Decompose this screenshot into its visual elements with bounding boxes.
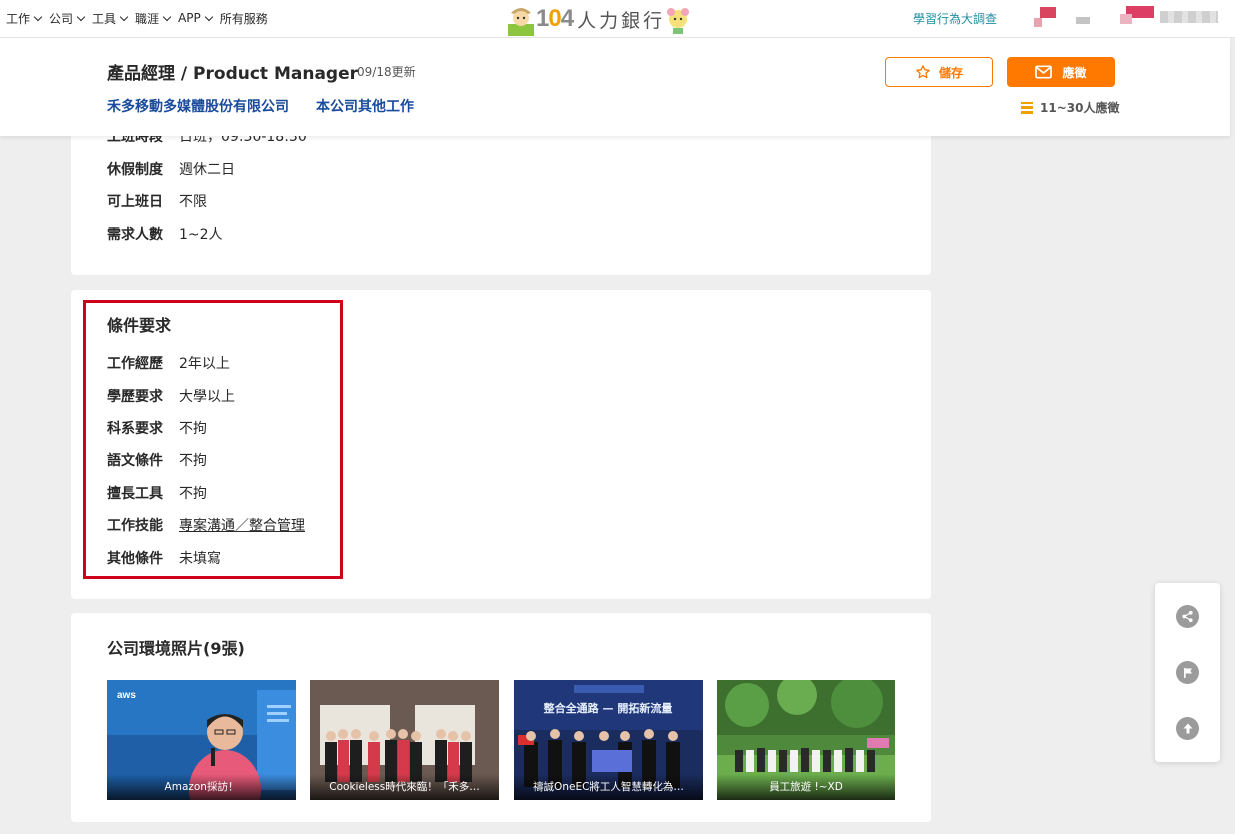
stack-icon [1021, 101, 1033, 114]
blurred-badge [1076, 17, 1090, 24]
mascot-icon [506, 4, 536, 36]
info-value: 1~2人 [179, 227, 223, 243]
chevron-down-icon [204, 12, 213, 21]
svg-text:aws: aws [117, 690, 136, 701]
mascot-icon [665, 4, 691, 34]
photo-thumbnail[interactable]: Cookieless時代來臨！「禾多… [310, 680, 499, 800]
logo-text: 人力銀行 [577, 9, 666, 32]
nav-item-company[interactable]: 公司 [49, 10, 86, 27]
update-date: 09/18更新 [357, 65, 416, 79]
chevron-down-icon [76, 12, 86, 21]
share-icon [1182, 610, 1193, 623]
nav-item-label: 工作 [6, 11, 31, 26]
apply-button-label: 應徵 [1062, 65, 1087, 80]
job-title: 產品經理 / Product Manager [107, 64, 359, 84]
chevron-down-icon [162, 12, 172, 21]
photo-thumbnail[interactable]: 員工旅遊 !~XD [717, 680, 895, 800]
photo-thumbnail[interactable]: aws Amazon採訪！ [107, 680, 296, 800]
site-logo[interactable]: 104 人力銀行 [506, 2, 691, 36]
company-link[interactable]: 禾多移動多媒體股份有限公司 [107, 96, 289, 116]
other-jobs-link[interactable]: 本公司其他工作 [316, 96, 414, 116]
job-header: 產品經理 / Product Manager 09/18更新 禾多移動多媒體股份… [0, 38, 1230, 136]
logo-number: 104 [536, 5, 574, 32]
highlight-box [83, 300, 343, 579]
work-info-card: 工班時段 日班，09:30-18:30 休假制度 週休二日 可上班日 不限 需求人數 1… [71, 120, 931, 275]
photo-caption: 員工旅遊 !~XD [717, 774, 895, 800]
mail-icon [1035, 65, 1053, 79]
nav-menu: 工作 公司 工具 職涯 APP 所有服務 [6, 0, 276, 36]
nav-item-career[interactable]: 職涯 [135, 10, 172, 27]
nav-item-label: 職涯 [135, 11, 160, 26]
save-button[interactable]: 儲存 [885, 57, 993, 87]
nav-item-tools[interactable]: 工具 [92, 10, 129, 27]
back-to-top-button[interactable] [1176, 717, 1199, 740]
report-button[interactable] [1176, 661, 1199, 684]
photo-thumbnail[interactable]: 整合全通路 — 開拓新流量 禱誠OneEC將工人智慧轉化為… [514, 680, 703, 800]
photo-caption: Cookieless時代來臨！「禾多… [310, 774, 499, 800]
chevron-down-icon [119, 12, 129, 21]
info-row: 需求人數 1~2人 [107, 224, 223, 244]
nav-item-label: 所有服務 [219, 11, 268, 26]
info-value: 週休二日 [179, 162, 235, 178]
photo-caption: 禱誠OneEC將工人智慧轉化為… [514, 774, 703, 800]
nav-item-label: APP [178, 11, 201, 25]
photos-title: 公司環境照片(9張) [107, 639, 245, 658]
flag-icon [1183, 667, 1192, 678]
nav-item-label: 公司 [49, 11, 74, 26]
info-label: 需求人數 [107, 227, 163, 243]
chevron-down-icon [33, 12, 43, 21]
user-name-blurred[interactable] [1160, 11, 1218, 23]
top-navigation: 工作 公司 工具 職涯 APP 所有服務 104 人力銀行 學習行為大調查 [0, 0, 1235, 38]
nav-item-jobs[interactable]: 工作 [6, 10, 43, 27]
applicant-count: 11~30人應徵 [1021, 99, 1119, 116]
star-icon [916, 65, 930, 79]
nav-item-all-services[interactable]: 所有服務 [220, 10, 268, 27]
survey-link[interactable]: 學習行為大調查 [913, 10, 997, 27]
nav-item-label: 工具 [92, 11, 117, 26]
save-button-label: 儲存 [938, 65, 963, 80]
info-label: 可上班日 [107, 194, 163, 210]
arrow-up-icon [1183, 723, 1192, 734]
applicant-count-text: 11~30人應徵 [1040, 101, 1120, 115]
notification-avatar[interactable] [1034, 7, 1056, 27]
info-row: 可上班日 不限 [107, 191, 207, 211]
share-button[interactable] [1176, 605, 1199, 628]
svg-text:整合全通路 — 開拓新流量: 整合全通路 — 開拓新流量 [543, 701, 673, 715]
info-row: 休假制度 週休二日 [107, 159, 235, 179]
user-avatar[interactable] [1120, 6, 1154, 24]
info-label: 休假制度 [107, 162, 163, 178]
apply-button[interactable]: 應徵 [1007, 57, 1115, 87]
nav-item-app[interactable]: APP [178, 11, 213, 25]
info-value: 不限 [179, 194, 207, 210]
photo-caption: Amazon採訪！ [107, 774, 296, 800]
side-toolbar [1155, 583, 1220, 762]
